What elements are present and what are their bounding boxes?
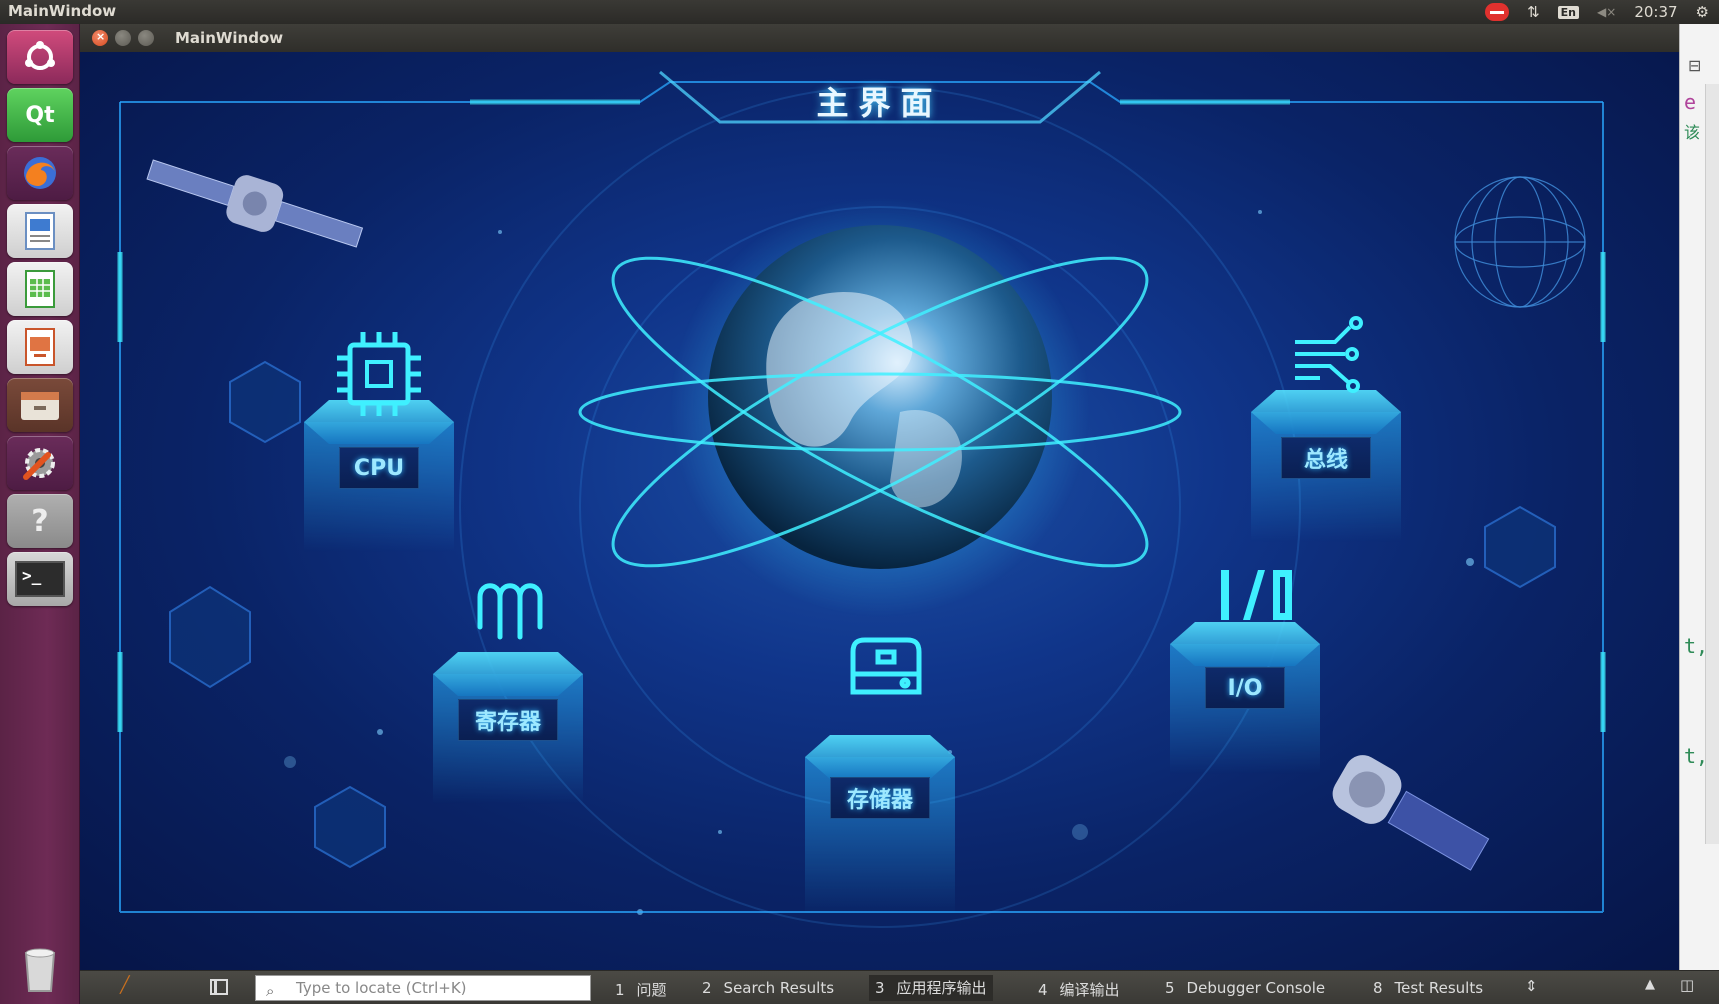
window-titlebar[interactable]: × MainWindow: [80, 24, 1679, 52]
code-fragment: 该: [1684, 123, 1701, 142]
satellite-bottom-right: [1332, 755, 1490, 871]
tab-debugger-console[interactable]: 5 Debugger Console: [1165, 979, 1325, 997]
tab-label: 应用程序输出: [896, 979, 987, 997]
ide-editor-strip: ⊟ e 该 t, t,: [1679, 24, 1719, 970]
clock[interactable]: 20:37: [1634, 3, 1677, 21]
ide-scrollbar[interactable]: [1705, 84, 1719, 844]
main-window: × MainWindow 主界面 CPU 总线 寄存器 存储器 I/O: [80, 24, 1679, 970]
tab-label: Debugger Console: [1186, 979, 1326, 997]
terminal-icon[interactable]: >_: [7, 552, 73, 606]
locate-placeholder: Type to locate (Ctrl+K): [296, 979, 467, 997]
tab-label: 问题: [636, 981, 667, 999]
close-icon: ×: [96, 30, 106, 43]
cpu-chip-icon: [337, 332, 421, 416]
io-module-button[interactable]: I/O: [1205, 667, 1285, 709]
wireframe-globe: [1454, 176, 1586, 308]
tab-chooser-icon[interactable]: ⇕: [1525, 977, 1538, 995]
firefox-icon[interactable]: [7, 146, 73, 200]
tab-number: 8: [1373, 979, 1383, 997]
unity-launcher: Qt ? >_: [0, 24, 80, 1004]
io-icon: [1221, 570, 1292, 620]
keyboard-language-indicator[interactable]: En: [1557, 5, 1580, 19]
help-glyph: ?: [31, 503, 49, 539]
output-pen-icon: ╱: [120, 975, 130, 994]
trash-icon[interactable]: [7, 942, 73, 996]
page-title: 主界面: [816, 84, 943, 122]
window-close-button[interactable]: ×: [92, 30, 108, 46]
ubuntu-dash-icon[interactable]: [7, 30, 73, 84]
tab-number: 3: [875, 979, 885, 997]
toggle-sidebar-button[interactable]: [210, 979, 228, 995]
qt-creator-glyph: Qt: [25, 102, 55, 128]
system-top-panel: MainWindow ⇅ En ◀× 20:37 ⚙: [0, 0, 1719, 24]
network-transfer-icon[interactable]: ⇅: [1527, 3, 1540, 21]
tab-application-output[interactable]: 3 应用程序输出: [869, 975, 993, 1001]
tab-number: 4: [1038, 981, 1048, 999]
calc-icon[interactable]: [7, 262, 73, 316]
storage-module-button[interactable]: 存储器: [830, 777, 930, 819]
tab-test-results[interactable]: 8 Test Results: [1373, 979, 1483, 997]
tab-search-results[interactable]: 2 Search Results: [702, 979, 834, 997]
system-settings-gear-icon[interactable]: ⚙: [1696, 3, 1709, 21]
earth-globe: [670, 197, 1090, 617]
writer-icon[interactable]: [7, 204, 73, 258]
locate-search-input[interactable]: ⌕ Type to locate (Ctrl+K): [255, 975, 591, 1001]
tab-number: 1: [615, 981, 625, 999]
tab-number: 5: [1165, 979, 1175, 997]
tab-compile-output[interactable]: 4 编译输出: [1038, 979, 1120, 1000]
split-editor-icon[interactable]: ⊟: [1688, 56, 1701, 75]
qt-creator-icon[interactable]: Qt: [7, 88, 73, 142]
impress-icon[interactable]: [7, 320, 73, 374]
active-app-title: MainWindow: [8, 2, 117, 20]
cpu-module-button[interactable]: CPU: [339, 447, 419, 489]
terminal-glyph: >_: [22, 566, 42, 585]
files-icon[interactable]: [7, 378, 73, 432]
network-stop-icon[interactable]: [1485, 3, 1510, 21]
tab-label: Search Results: [723, 979, 835, 997]
main-interface-scene: 主界面 CPU 总线 寄存器 存储器 I/O: [80, 52, 1679, 970]
register-icon: [477, 583, 543, 640]
scene-graphics: [117, 70, 1606, 928]
code-fragment: e: [1684, 90, 1697, 114]
volume-muted-icon[interactable]: ◀×: [1597, 5, 1616, 19]
panel-maximize-icon[interactable]: ◫: [1680, 976, 1694, 994]
satellite-top-left: [146, 159, 364, 248]
tab-label: 编译输出: [1059, 981, 1120, 999]
register-module-button[interactable]: 寄存器: [458, 699, 558, 741]
tab-issues[interactable]: 1 问题: [615, 979, 667, 1000]
tab-label: Test Results: [1394, 979, 1484, 997]
settings-icon[interactable]: [7, 436, 73, 490]
window-maximize-button[interactable]: [138, 30, 154, 46]
help-icon[interactable]: ?: [7, 494, 73, 548]
panel-up-icon[interactable]: ▲: [1645, 977, 1655, 992]
bus-circuit-icon: [1295, 316, 1363, 393]
storage-drive-icon: [850, 637, 922, 695]
window-title: MainWindow: [175, 29, 284, 47]
search-icon: ⌕: [266, 982, 275, 1000]
system-tray: ⇅ En ◀× 20:37 ⚙: [1485, 0, 1709, 24]
window-minimize-button[interactable]: [115, 30, 131, 46]
bus-module-button[interactable]: 总线: [1281, 437, 1371, 479]
output-pane-bar: ╱ ⌕ Type to locate (Ctrl+K) 1 问题 2 Search …: [80, 970, 1719, 1004]
tab-number: 2: [702, 979, 712, 997]
